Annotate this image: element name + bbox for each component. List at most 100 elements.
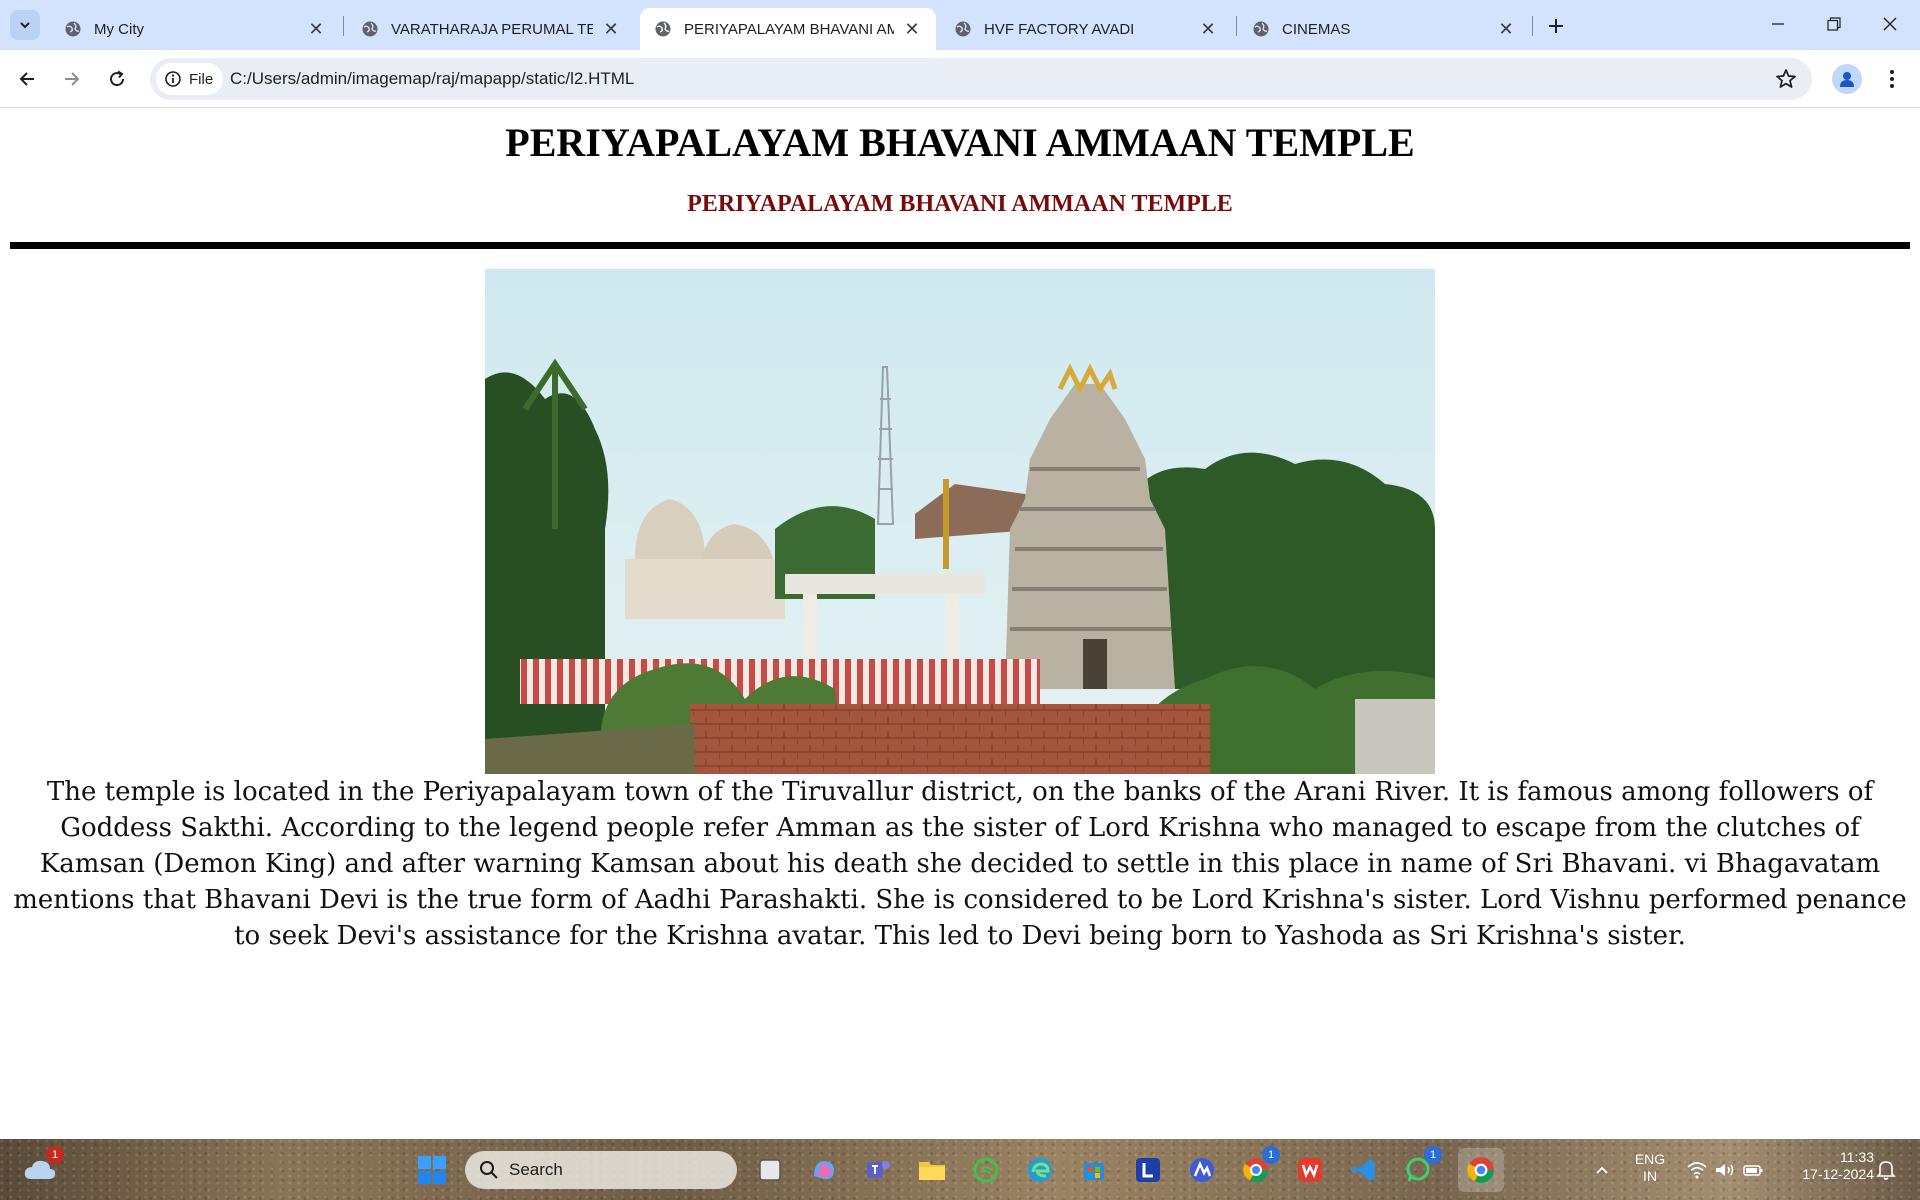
copilot-app[interactable] [806, 1152, 842, 1188]
close-window-button[interactable] [1862, 0, 1918, 48]
notification-badge: 1 [46, 1146, 64, 1164]
url-text[interactable]: C:/Users/admin/imagemap/raj/mapapp/stati… [230, 69, 634, 89]
tab-title: HVF FACTORY AVADI [984, 20, 1135, 38]
web-page: PERIYAPALAYAM BHAVANI AMMAAN TEMPLE PERI… [0, 109, 1920, 1139]
whatsapp-app[interactable]: 1 [1400, 1146, 1442, 1188]
tab-strip: My City ✕ VARATHARAJA PERUMAL TEMPLE ✕ P… [0, 0, 1920, 50]
store-icon [1084, 1163, 1104, 1180]
globe-icon [362, 21, 378, 37]
vscode-app[interactable] [1346, 1152, 1382, 1188]
arc-app[interactable] [1184, 1152, 1220, 1188]
reload-icon [110, 70, 125, 87]
horizontal-rule [10, 242, 1910, 249]
volume-icon [1716, 1164, 1734, 1176]
tab-separator [343, 16, 344, 36]
temple-description: The temple is located in the Periyapalay… [13, 777, 1907, 951]
arrow-right-icon [65, 72, 80, 86]
quick-settings-button[interactable] [1680, 1152, 1770, 1188]
teams-app[interactable] [860, 1152, 896, 1188]
spotify-like-app[interactable] [968, 1152, 1004, 1188]
search-placeholder: Search [509, 1160, 563, 1179]
clock[interactable]: 11:33 17-12-2024 [1778, 1149, 1874, 1183]
chrome-app-profile[interactable]: 1 [1238, 1146, 1280, 1188]
tab-title: VARATHARAJA PERUMAL TEMPLE [391, 20, 593, 38]
restore-button[interactable] [1806, 0, 1862, 48]
info-icon [165, 71, 181, 87]
vscode-icon [1352, 1159, 1375, 1181]
bookmark-star-icon[interactable] [1774, 67, 1798, 91]
weather-widget[interactable]: 1 [22, 1146, 64, 1188]
close-icon[interactable]: ✕ [902, 19, 922, 39]
region-code: IN [1643, 1168, 1657, 1184]
globe-icon [65, 21, 81, 37]
close-icon[interactable]: ✕ [1198, 19, 1218, 39]
globe-icon [655, 21, 671, 37]
minimize-icon [1772, 23, 1784, 25]
edge-icon [1028, 1158, 1052, 1182]
search-icon [480, 1161, 498, 1179]
tab-varatharaja[interactable]: VARATHARAJA PERUMAL TEMPLE ✕ [347, 8, 635, 50]
arrow-left-icon [19, 72, 34, 86]
copilot-icon [814, 1161, 834, 1180]
page-subtitle: PERIYAPALAYAM BHAVANI AMMAAN TEMPLE [687, 191, 1233, 217]
more-vertical-icon [1890, 70, 1894, 88]
wifi-icon [1687, 1162, 1707, 1179]
address-bar[interactable]: File C:/Users/admin/imagemap/raj/mapapp/… [150, 58, 1812, 100]
chrome-app-active[interactable] [1458, 1148, 1504, 1192]
close-icon [1883, 17, 1897, 31]
language-indicator[interactable]: ENG IN [1626, 1151, 1674, 1185]
letter-l-icon [1136, 1158, 1160, 1182]
notifications-button[interactable] [1868, 1152, 1904, 1188]
back-button[interactable] [12, 64, 42, 94]
site-chip-label: File [189, 70, 214, 88]
wps-icon [1298, 1158, 1322, 1182]
notification-badge: 1 [1262, 1146, 1280, 1164]
language-code: ENG [1634, 1151, 1666, 1167]
taskbar-search[interactable]: Search [465, 1151, 737, 1189]
wps-office-app[interactable] [1292, 1152, 1328, 1188]
clock-time: 11:33 [1840, 1149, 1874, 1165]
close-icon[interactable]: ✕ [601, 19, 621, 39]
teams-icon [867, 1161, 890, 1178]
arc-icon [1190, 1158, 1214, 1182]
person-icon [1840, 72, 1854, 87]
task-view-button[interactable] [752, 1152, 788, 1188]
file-explorer-app[interactable] [914, 1152, 950, 1188]
temple-photo [485, 269, 1435, 774]
tab-title: PERIYAPALAYAM BHAVANI AMMAAN TEMPLE [684, 20, 894, 38]
folder-icon [919, 1162, 945, 1180]
tab-search-button[interactable] [10, 10, 40, 40]
tab-periyapalayam[interactable]: PERIYAPALAYAM BHAVANI AMMAAN TEMPLE ✕ [640, 8, 936, 50]
clock-date: 17-12-2024 [1802, 1166, 1874, 1182]
tab-cinemas[interactable]: CINEMAS ✕ [1238, 8, 1530, 50]
battery-icon [1743, 1165, 1763, 1176]
browser-menu-button[interactable] [1880, 64, 1904, 94]
chrome-icon [1467, 1157, 1494, 1183]
tab-my-city[interactable]: My City ✕ [50, 8, 340, 50]
tab-title: CINEMAS [1282, 20, 1351, 38]
edge-app[interactable] [1022, 1152, 1058, 1188]
close-icon[interactable]: ✕ [1496, 19, 1516, 39]
close-icon[interactable]: ✕ [306, 19, 326, 39]
globe-icon [1253, 21, 1269, 37]
profile-avatar[interactable] [1832, 64, 1862, 94]
start-button[interactable] [414, 1152, 450, 1188]
minimize-button[interactable] [1750, 0, 1806, 48]
chevron-down-icon [20, 22, 30, 29]
l-app[interactable] [1130, 1152, 1166, 1188]
bell-icon [1876, 1161, 1896, 1180]
tab-hvf-factory[interactable]: HVF FACTORY AVADI ✕ [940, 8, 1232, 50]
task-view-icon [759, 1159, 781, 1181]
store-app[interactable] [1076, 1152, 1112, 1188]
reload-button[interactable] [102, 64, 132, 94]
tab-title: My City [94, 20, 144, 38]
site-info-chip[interactable]: File [156, 63, 224, 95]
browser-toolbar: File C:/Users/admin/imagemap/raj/mapapp/… [0, 50, 1920, 108]
restore-icon [1827, 17, 1841, 31]
forward-button[interactable] [57, 64, 87, 94]
windows-taskbar: 1 Search 1 1 ENG IN 11:33 17-12-2024 [0, 1139, 1920, 1200]
plus-icon [1549, 19, 1563, 33]
new-tab-button[interactable] [1542, 12, 1570, 40]
tray-overflow-button[interactable] [1584, 1152, 1620, 1188]
windows-logo-icon [418, 1156, 446, 1184]
